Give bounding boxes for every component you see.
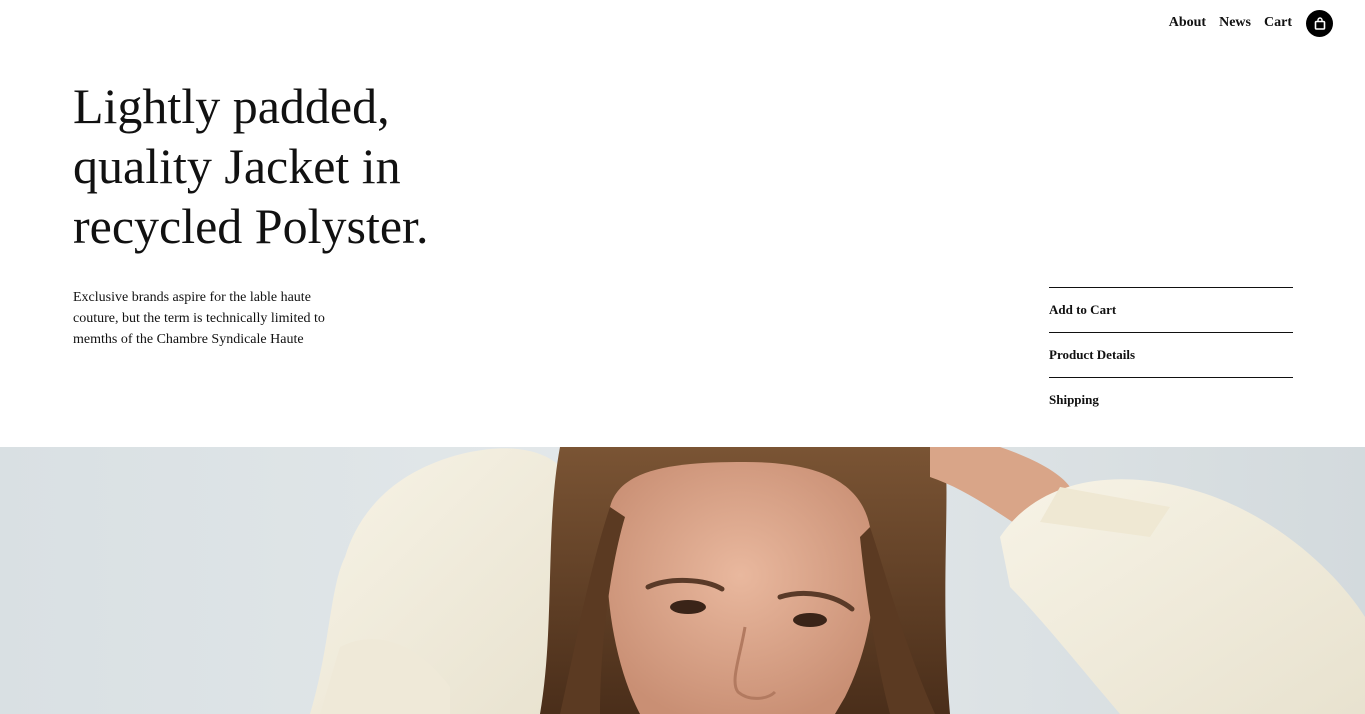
product-description: Exclusive brands aspire for the lable ha…: [73, 290, 325, 347]
add-to-cart-button[interactable]: Add to Cart: [1049, 287, 1293, 332]
hero-image: [0, 447, 1365, 714]
model-photo: [0, 447, 1365, 714]
nav-link-about[interactable]: About: [1169, 15, 1206, 31]
top-nav: About News Cart: [1169, 9, 1333, 37]
product-menu: Add to Cart Product Details Shipping: [1049, 287, 1293, 422]
product-page: About News Cart Lightly padded, quality …: [0, 0, 1365, 714]
product-headline: Lightly padded, quality Jacket in recycl…: [73, 78, 429, 254]
nav-link-cart[interactable]: Cart: [1264, 15, 1292, 31]
shopping-bag-icon: [1314, 16, 1325, 30]
nav-link-news[interactable]: News: [1219, 15, 1251, 31]
shipping-toggle[interactable]: Shipping: [1049, 377, 1293, 422]
product-details-toggle[interactable]: Product Details: [1049, 332, 1293, 377]
cart-button[interactable]: [1306, 9, 1333, 37]
